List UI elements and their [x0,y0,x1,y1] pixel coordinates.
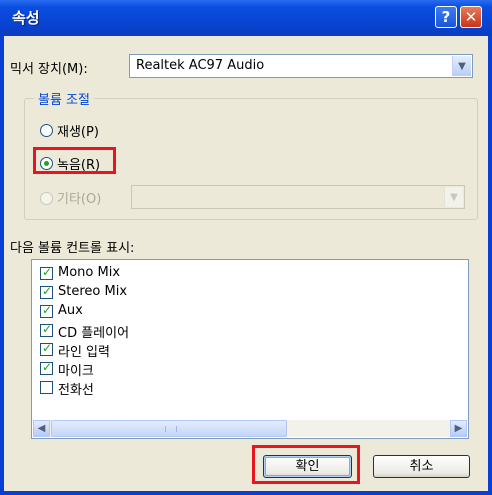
mixer-label: 믹서 장치(M): [10,62,88,77]
checkbox-phone-line[interactable] [40,381,53,394]
dialog-body: 믹서 장치(M): Realtek AC97 Audio ▼ 볼륨 조절 재생(… [4,36,488,491]
list-item-label: Mono Mix [58,265,121,280]
list-item-label: Stereo Mix [58,284,128,299]
horizontal-scrollbar[interactable]: ◀ ▶ [33,420,467,437]
chevron-down-icon[interactable]: ▼ [452,56,471,76]
list-item-label: 전화선 [58,383,94,398]
list-item-label: 라인 입력 [58,345,110,360]
mixer-device-value: Realtek AC97 Audio [136,58,265,73]
radio-playback[interactable] [40,124,53,137]
chevron-right-icon: ▶ [454,423,463,434]
list-item-label: 마이크 [58,364,94,379]
window-title: 속성 [12,9,40,27]
volume-controls-list[interactable]: ✓ Mono Mix ✓ Stereo Mix ✓ Aux ✓ CD 플레이어 … [31,259,469,439]
close-icon: ✕ [464,8,478,26]
close-button[interactable]: ✕ [460,6,482,28]
ok-highlight [252,445,360,484]
scrollbar-thumb[interactable] [51,420,287,437]
list-item-label: CD 플레이어 [58,326,130,341]
volume-group-title: 볼륨 조절 [34,89,94,108]
checkbox-mono-mix[interactable]: ✓ [40,265,53,280]
help-button[interactable]: ? [435,6,457,28]
cancel-button[interactable]: 취소 [373,455,470,478]
properties-dialog: 속성 ? ✕ 믹서 장치(M): Realtek AC97 Audio ▼ 볼륨… [0,0,492,495]
checkbox-cd-player[interactable]: ✓ [40,322,53,337]
grip-icon [165,426,177,432]
checkbox-microphone[interactable]: ✓ [40,360,53,375]
checkbox-aux[interactable]: ✓ [40,303,53,318]
mixer-device-select[interactable]: Realtek AC97 Audio ▼ [129,54,473,78]
radio-other-label: 기타(O) [57,192,102,207]
chevron-down-icon: ▼ [444,187,463,207]
checkbox-line-in[interactable]: ✓ [40,341,53,356]
recording-highlight [33,147,116,174]
scroll-right-button[interactable]: ▶ [450,420,467,437]
controls-label: 다음 볼륨 컨트롤 표시: [10,241,135,256]
other-device-select[interactable]: ▼ [131,185,465,209]
help-icon: ? [441,8,451,26]
radio-other[interactable] [40,192,53,205]
checkbox-stereo-mix[interactable]: ✓ [40,284,53,299]
scroll-left-button[interactable]: ◀ [33,420,50,437]
radio-playback-label[interactable]: 재생(P) [57,121,99,140]
title-bar[interactable]: 속성 ? ✕ [0,0,492,36]
cancel-button-label: 취소 [409,459,434,474]
chevron-left-icon: ◀ [37,423,46,434]
list-item-label: Aux [58,303,83,318]
